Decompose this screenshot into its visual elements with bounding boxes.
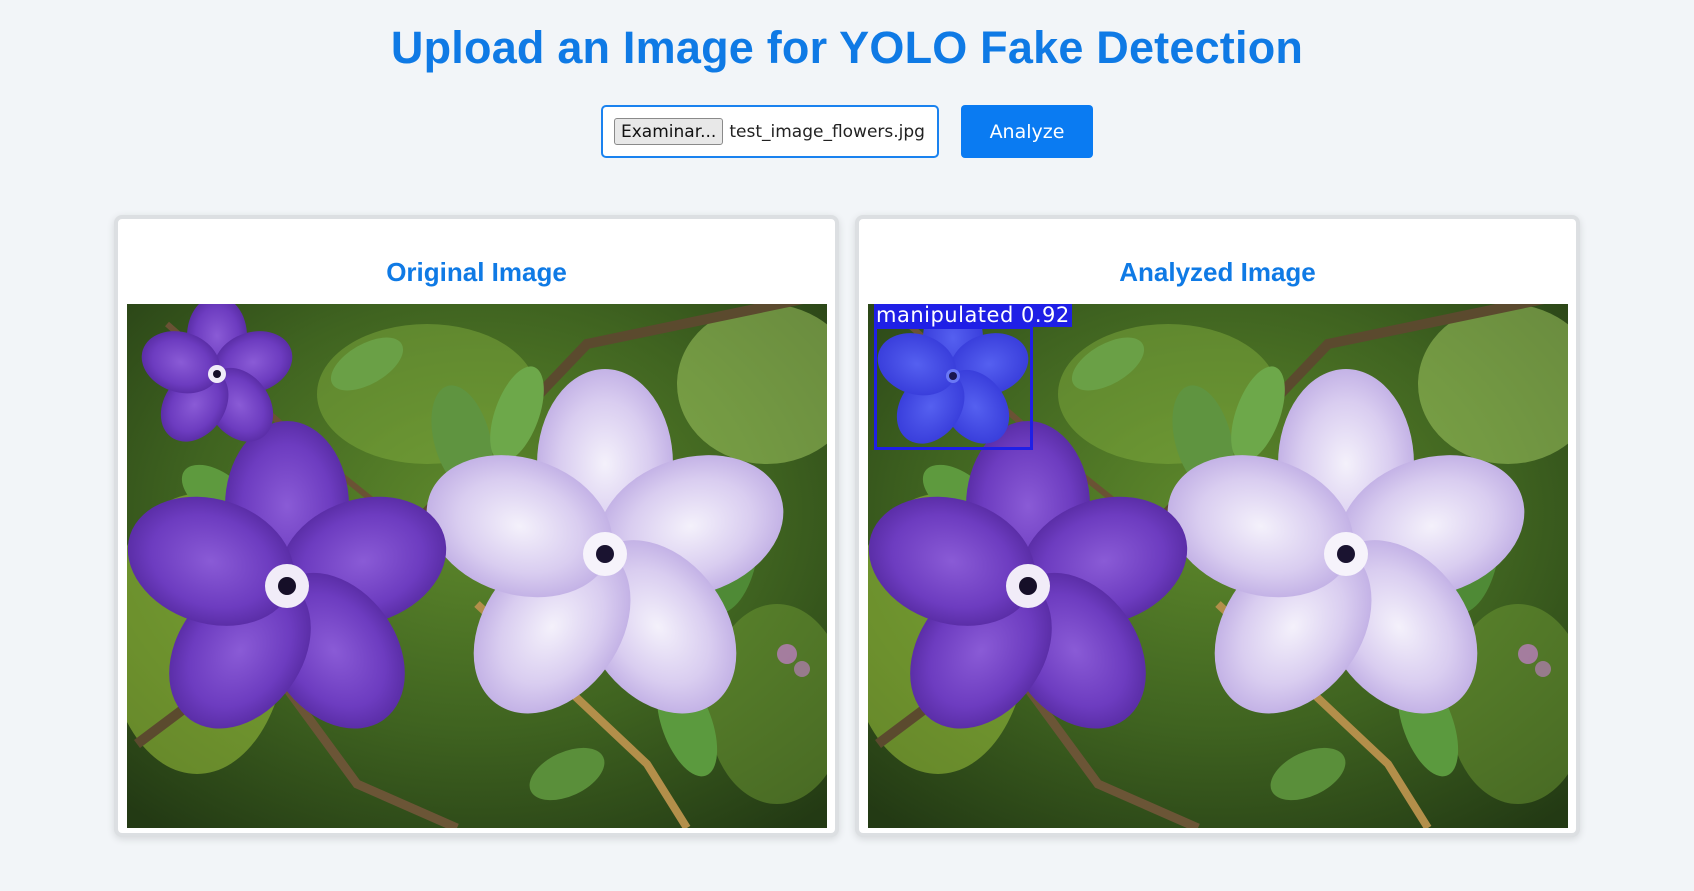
page-title: Upload an Image for YOLO Fake Detection <box>390 22 1304 73</box>
analyze-button[interactable]: Analyze <box>961 105 1093 158</box>
upload-form: Examinar... test_image_flowers.jpg Analy… <box>0 105 1694 158</box>
file-input[interactable]: Examinar... test_image_flowers.jpg <box>601 105 939 158</box>
analyzed-image-title: Analyzed Image <box>1119 257 1316 287</box>
detection-bounding-box <box>874 326 1033 450</box>
detection-label: manipulated 0.92 <box>874 304 1072 327</box>
original-image-panel: Original Image <box>114 215 839 837</box>
original-image <box>127 304 827 828</box>
analyzed-image-panel: Analyzed Image manipulated 0.92 <box>855 215 1580 837</box>
selected-file-name: test_image_flowers.jpg <box>729 121 925 142</box>
analyzed-image: manipulated 0.92 <box>868 304 1568 828</box>
original-flower-photo <box>127 304 827 828</box>
browse-button[interactable]: Examinar... <box>614 118 724 145</box>
original-image-title: Original Image <box>386 257 567 287</box>
